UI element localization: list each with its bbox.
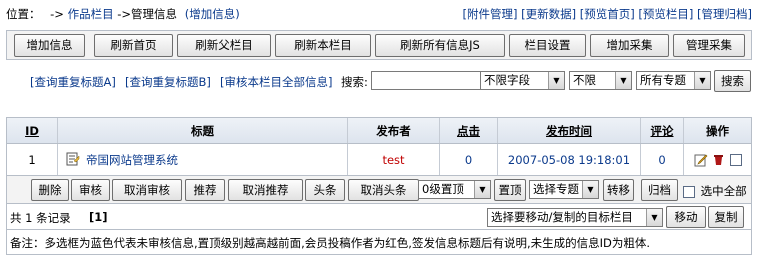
chevron-down-icon: ▼ bbox=[646, 209, 662, 226]
query-duplicate-b-link[interactable]: [查询重复标题B] bbox=[125, 74, 211, 90]
target-column-select[interactable]: 选择要移动/复制的目标栏目 ▼ bbox=[487, 208, 663, 227]
search-scope-value: 不限 bbox=[573, 73, 596, 87]
row-time: 2007-05-08 19:18:01 bbox=[498, 144, 641, 175]
location-bar: 位置： -> 作品栏目 ->管理信息 (增加信息) [附件管理] [更新数据] … bbox=[6, 6, 752, 24]
toolbar: 增加信息 刷新首页 刷新父栏目 刷新本栏目 刷新所有信息JS 栏目设置 增加采集… bbox=[6, 30, 752, 60]
chevron-down-icon: ▼ bbox=[694, 72, 710, 89]
search-field-select[interactable]: 不限字段 ▼ bbox=[480, 71, 565, 90]
topic-value: 所有专题 bbox=[640, 73, 686, 87]
row-operations bbox=[684, 144, 751, 175]
cancel-recommend-button[interactable]: 取消推荐 bbox=[228, 179, 303, 201]
page-number[interactable]: [1] bbox=[89, 210, 108, 224]
preview-home-link[interactable]: [预览首页] bbox=[580, 7, 635, 21]
select-all-group: 选中全部 bbox=[683, 183, 747, 199]
row-id: 1 bbox=[7, 144, 58, 175]
row-title-link[interactable]: 帝国网站管理系统 bbox=[86, 152, 178, 168]
chevron-down-icon: ▼ bbox=[474, 181, 490, 198]
topic-select[interactable]: 所有专题 ▼ bbox=[636, 71, 711, 90]
cancel-headline-button[interactable]: 取消头条 bbox=[348, 179, 419, 201]
search-label: 搜索: bbox=[341, 75, 368, 89]
cancel-audit-button[interactable]: 取消审核 bbox=[112, 179, 182, 201]
chevron-down-icon: ▼ bbox=[615, 72, 631, 89]
note-row: 备注：多选框为蓝色代表未审核信息,置顶级别越高越前面,会员投稿作者为红色,签发信… bbox=[7, 230, 751, 254]
row-comments-cell: 0 bbox=[641, 144, 684, 175]
row-title-cell: 帝国网站管理系统 bbox=[58, 144, 348, 175]
header-clicks[interactable]: 点击 bbox=[440, 118, 498, 143]
row-comments-link[interactable]: 0 bbox=[658, 153, 665, 167]
select-all-checkbox[interactable] bbox=[683, 185, 695, 198]
top-level-value: 0级置顶 bbox=[422, 182, 464, 196]
refresh-all-js-button[interactable]: 刷新所有信息JS bbox=[375, 34, 505, 57]
breadcrumb-current: ->管理信息 bbox=[117, 7, 178, 21]
attachment-manage-link[interactable]: [附件管理] bbox=[462, 7, 517, 21]
update-data-link[interactable]: [更新数据] bbox=[521, 7, 576, 21]
move-button[interactable]: 移动 bbox=[666, 206, 706, 228]
add-collect-button[interactable]: 增加采集 bbox=[590, 34, 669, 57]
record-count: 共 1 条记录 bbox=[10, 211, 71, 225]
breadcrumb-column-link[interactable]: 作品栏目 bbox=[68, 7, 114, 21]
search-field-value: 不限字段 bbox=[484, 73, 530, 87]
document-icon bbox=[66, 152, 80, 166]
batch-actions: 删除 审核 取消审核 推荐 取消推荐 头条 取消头条 0级置顶 ▼ 置顶 选择专… bbox=[7, 176, 751, 204]
recommend-button[interactable]: 推荐 bbox=[185, 179, 225, 201]
header-operations: 操作 bbox=[706, 123, 729, 138]
copy-button[interactable]: 复制 bbox=[708, 206, 744, 228]
audit-button[interactable]: 审核 bbox=[71, 179, 110, 201]
header-title: 标题 bbox=[58, 118, 348, 143]
header-author: 发布者 bbox=[348, 118, 440, 143]
add-info-link[interactable]: (增加信息) bbox=[185, 7, 240, 21]
header-time[interactable]: 发布时间 bbox=[498, 118, 641, 143]
edit-icon[interactable] bbox=[694, 153, 708, 167]
refresh-home-button[interactable]: 刷新首页 bbox=[94, 34, 173, 57]
select-all-label: 选中全部 bbox=[700, 184, 747, 198]
row-clicks: 0 bbox=[440, 144, 498, 175]
search-button[interactable]: 搜索 bbox=[714, 70, 751, 92]
breadcrumb-arrow: -> bbox=[50, 7, 64, 21]
table-row: 1 帝国网站管理系统 test 0 2007-05-08 19:18:01 0 bbox=[7, 144, 751, 176]
manage-archive-link[interactable]: [管理归档] bbox=[697, 7, 752, 21]
delete-icon[interactable] bbox=[713, 154, 724, 166]
refresh-column-button[interactable]: 刷新本栏目 bbox=[275, 34, 371, 57]
add-info-button[interactable]: 增加信息 bbox=[14, 34, 85, 57]
top-links: [附件管理] [更新数据] [预览首页] [预览栏目] [管理归档] bbox=[462, 6, 752, 22]
transfer-button[interactable]: 转移 bbox=[603, 179, 634, 201]
archive-button[interactable]: 归档 bbox=[641, 179, 678, 201]
search-scope-select[interactable]: 不限 ▼ bbox=[569, 71, 632, 90]
column-settings-button[interactable]: 栏目设置 bbox=[509, 34, 586, 57]
headline-button[interactable]: 头条 bbox=[305, 179, 345, 201]
audit-all-link[interactable]: [审核本栏目全部信息] bbox=[220, 74, 332, 90]
query-duplicate-a-link[interactable]: [查询重复标题A] bbox=[30, 74, 116, 90]
topic-move-value: 选择专题 bbox=[533, 182, 579, 196]
pager-row: 共 1 条记录 [1] 选择要移动/复制的目标栏目 ▼ 移动 复制 bbox=[7, 204, 751, 230]
manage-collect-button[interactable]: 管理采集 bbox=[673, 34, 745, 57]
chevron-down-icon: ▼ bbox=[582, 181, 598, 198]
row-select-checkbox[interactable] bbox=[729, 153, 742, 166]
chevron-down-icon: ▼ bbox=[548, 72, 564, 89]
top-button[interactable]: 置顶 bbox=[494, 179, 526, 201]
preview-column-link[interactable]: [预览栏目] bbox=[638, 7, 693, 21]
topic-move-select[interactable]: 选择专题 ▼ bbox=[529, 180, 599, 199]
row-author[interactable]: test bbox=[348, 144, 440, 175]
target-column-value: 选择要移动/复制的目标栏目 bbox=[491, 210, 633, 224]
header-comments[interactable]: 评论 bbox=[641, 118, 684, 143]
header-id[interactable]: ID bbox=[7, 118, 58, 143]
location-label: 位置： bbox=[6, 7, 41, 21]
delete-button[interactable]: 删除 bbox=[31, 179, 69, 201]
table-header: ID 标题 发布者 点击 发布时间 评论 操作 bbox=[7, 118, 751, 144]
note-text: 备注：多选框为蓝色代表未审核信息,置顶级别越高越前面,会员投稿作者为红色,签发信… bbox=[10, 236, 651, 250]
top-level-select[interactable]: 0级置顶 ▼ bbox=[418, 180, 491, 199]
breadcrumb: 位置： -> 作品栏目 ->管理信息 (增加信息) bbox=[6, 6, 240, 22]
info-table: ID 标题 发布者 点击 发布时间 评论 操作 1 帝国网站管理系统 test … bbox=[6, 117, 752, 255]
refresh-parent-column-button[interactable]: 刷新父栏目 bbox=[177, 34, 271, 57]
